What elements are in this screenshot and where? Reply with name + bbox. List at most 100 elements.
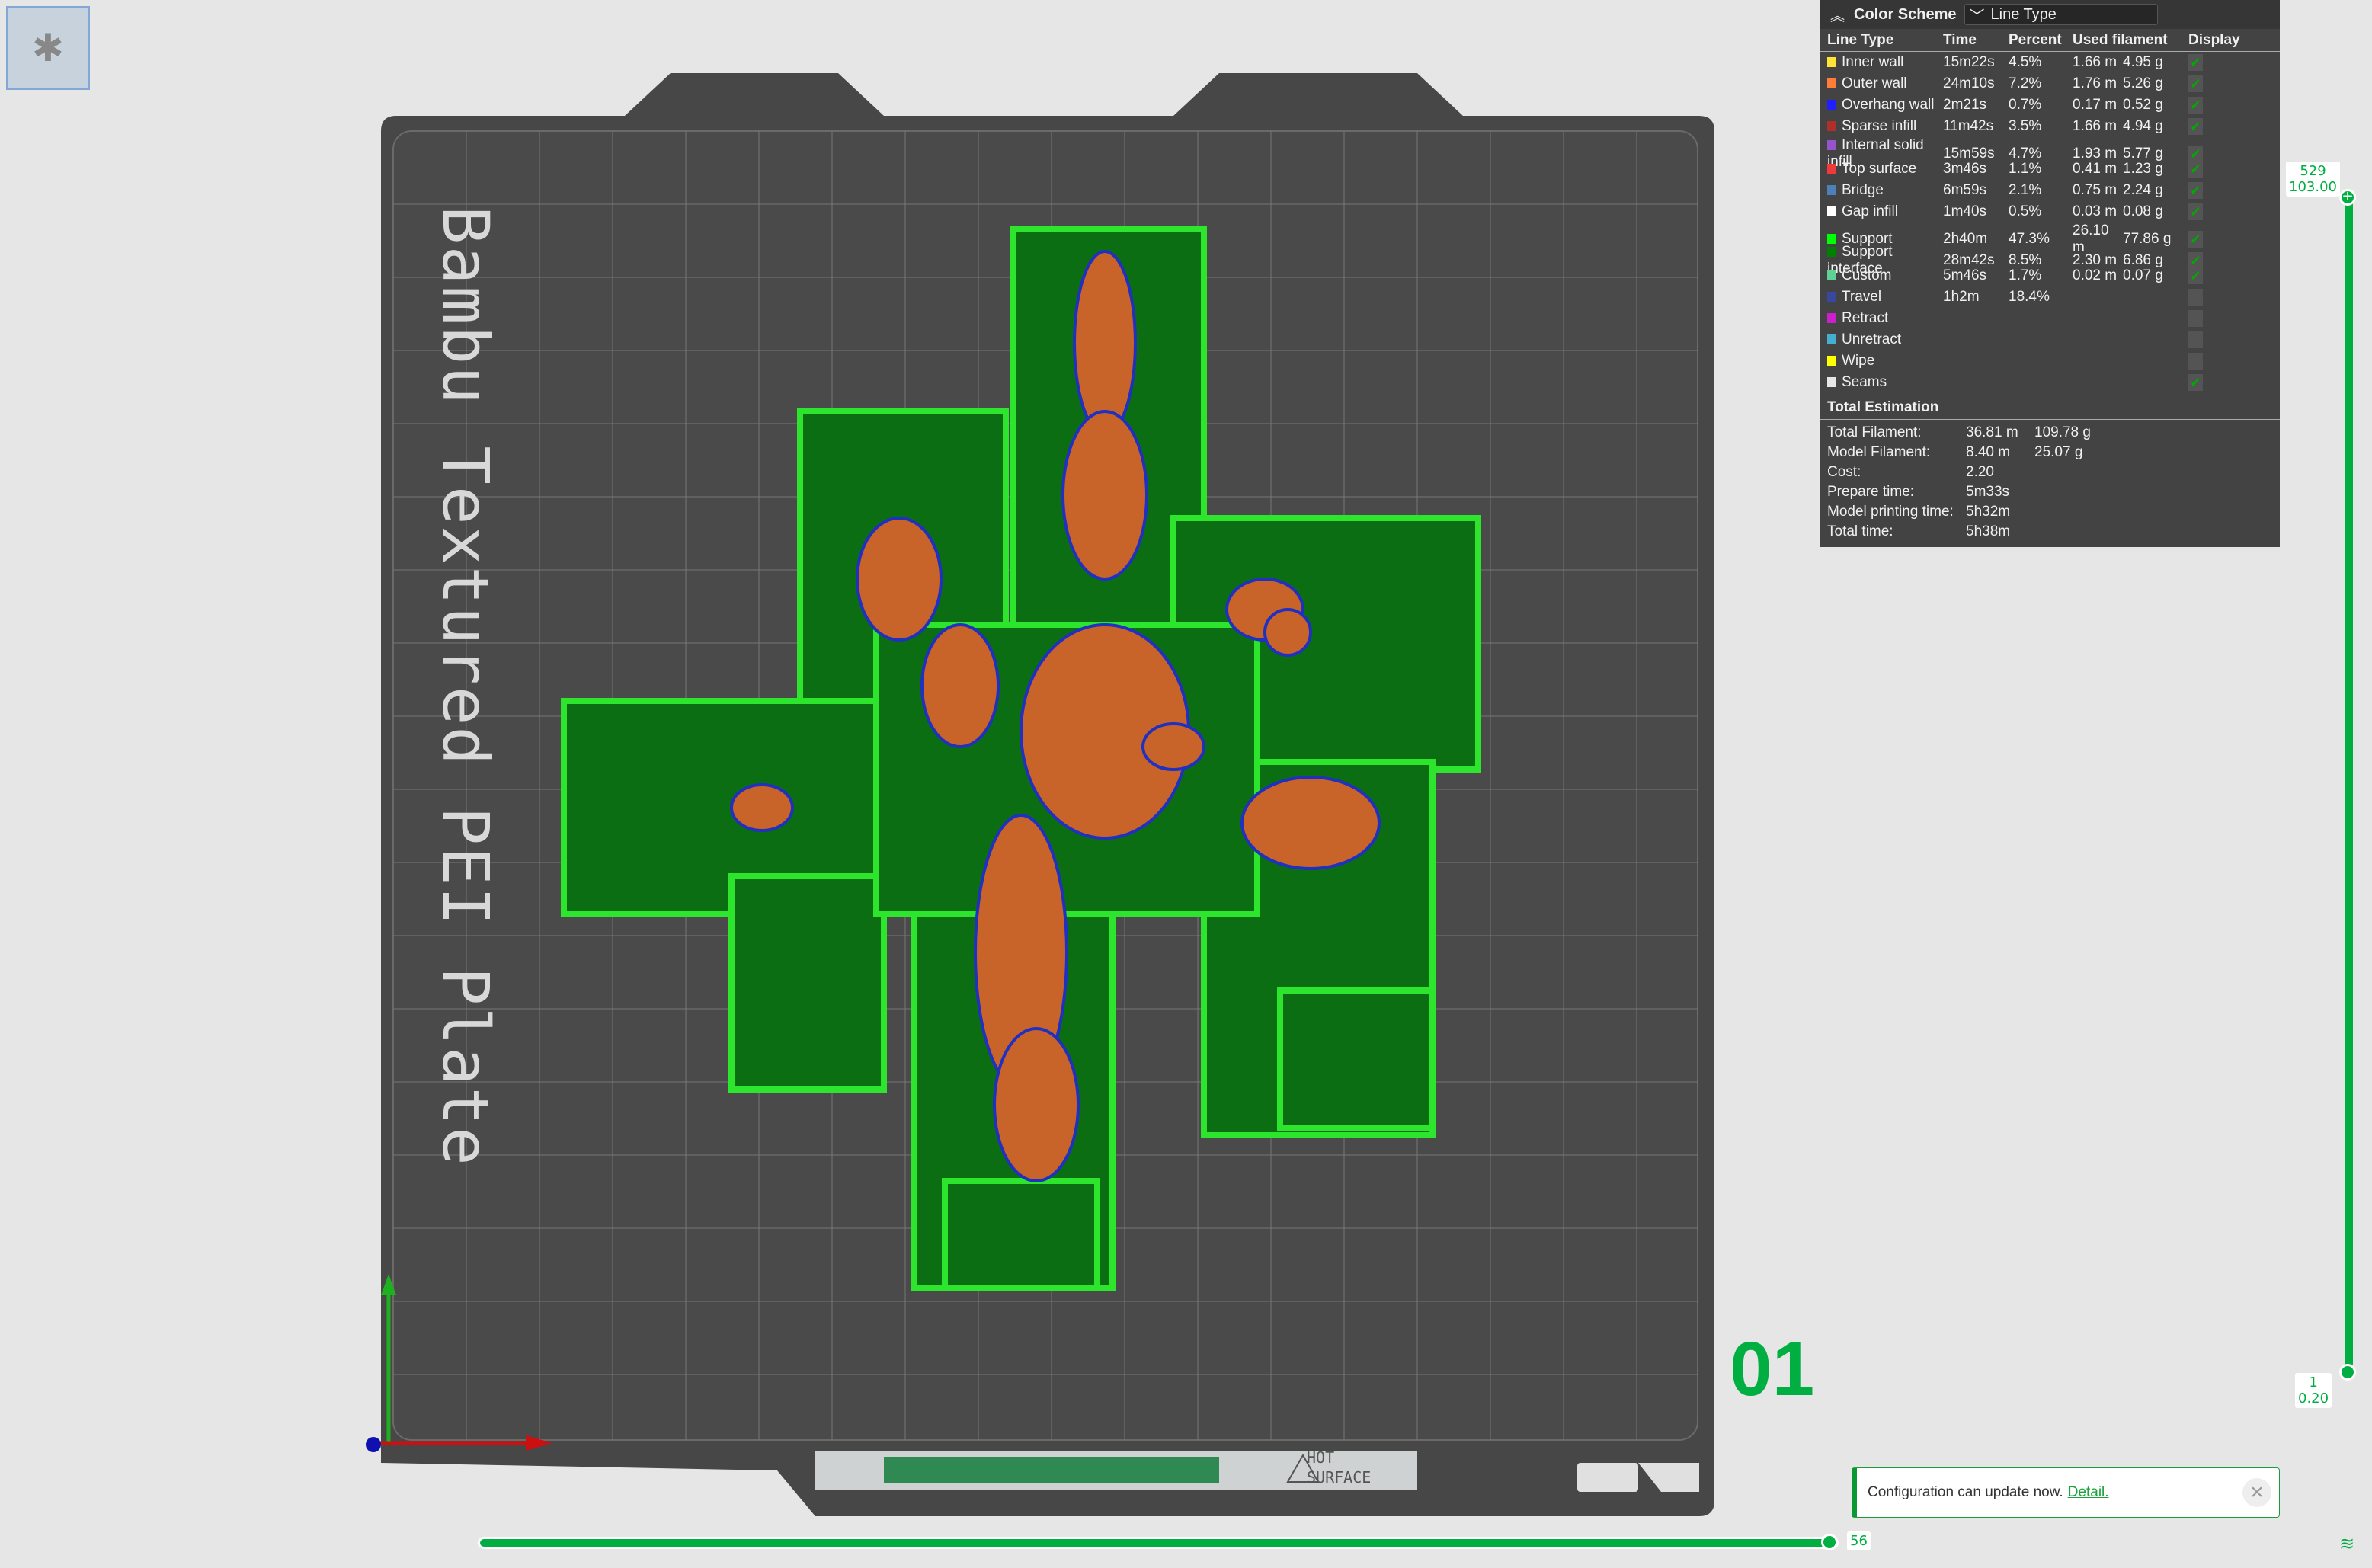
total-value-2: 109.78 g bbox=[2034, 424, 2091, 440]
total-row: Total time: 5h38m bbox=[1820, 522, 2280, 542]
color-swatch bbox=[1827, 140, 1836, 150]
model-wall-region bbox=[730, 783, 794, 832]
color-swatch bbox=[1827, 185, 1836, 195]
layer-slider-top-handle[interactable]: + bbox=[2339, 189, 2356, 206]
line-length: 2.30 m bbox=[2073, 252, 2118, 268]
legend-line-type: Gap infill bbox=[1827, 203, 1943, 220]
chevron-down-icon: ﹀ bbox=[1969, 8, 1985, 25]
bed-type-label: Bambu Textured PEI Plate bbox=[428, 206, 503, 1167]
header-time: Time bbox=[1943, 31, 1977, 48]
color-swatch bbox=[1827, 377, 1836, 387]
notification-detail-link[interactable]: Detail. bbox=[2068, 1484, 2109, 1501]
line-percent: 18.4% bbox=[2009, 289, 2050, 305]
bottom-layer-height: 0.20 bbox=[2298, 1390, 2329, 1406]
total-value: 36.81 m bbox=[1966, 424, 2018, 440]
legend-line-type: Bridge bbox=[1827, 182, 1943, 199]
display-checkbox[interactable]: ✓ bbox=[2188, 97, 2203, 114]
header-percent: Percent bbox=[2009, 31, 2062, 48]
line-time: 15m59s bbox=[1943, 146, 1995, 162]
legend-line-type: Retract bbox=[1827, 310, 1943, 327]
bottom-layer-number: 1 bbox=[2309, 1374, 2318, 1390]
total-label: Total time: bbox=[1827, 523, 1893, 539]
line-type-name: Retract bbox=[1842, 310, 1889, 326]
line-weight: 0.52 g bbox=[2123, 97, 2163, 113]
color-swatch bbox=[1827, 78, 1836, 88]
color-scheme-select[interactable]: ﹀ Line Type bbox=[1964, 4, 2158, 25]
model-wall-region bbox=[856, 517, 943, 642]
legend-line-type: Outer wall bbox=[1827, 75, 1943, 92]
display-checkbox[interactable]: ✓ bbox=[2188, 75, 2203, 92]
header-used-filament: Used filament bbox=[2073, 31, 2168, 48]
total-row: Prepare time: 5m33s bbox=[1820, 482, 2280, 502]
line-percent: 1.7% bbox=[2009, 267, 2042, 283]
layer-slider[interactable] bbox=[2345, 197, 2353, 1374]
support-block bbox=[728, 873, 887, 1093]
color-swatch bbox=[1827, 57, 1836, 67]
line-type-name: Bridge bbox=[1842, 182, 1884, 198]
layers-icon[interactable]: ≋ bbox=[2339, 1533, 2354, 1554]
header-line-type: Line Type bbox=[1827, 31, 1894, 48]
notification-text: Configuration can update now. bbox=[1868, 1484, 2063, 1500]
legend-row: Retract bbox=[1820, 308, 2280, 329]
origin-marker bbox=[366, 1437, 381, 1452]
display-checkbox[interactable]: ✓ bbox=[2188, 54, 2203, 71]
plate-thumbnail[interactable]: ✱ bbox=[6, 6, 90, 90]
line-percent: 3.5% bbox=[2009, 118, 2042, 134]
display-checkbox[interactable] bbox=[2188, 289, 2203, 306]
total-value: 5m33s bbox=[1966, 484, 2010, 500]
line-time: 28m42s bbox=[1943, 252, 1995, 268]
line-type-name: Sparse infill bbox=[1842, 118, 1917, 134]
model-wall-region bbox=[1061, 410, 1148, 581]
support-block bbox=[1277, 987, 1436, 1131]
display-checkbox[interactable]: ✓ bbox=[2188, 374, 2203, 391]
legend-line-type: Travel bbox=[1827, 289, 1943, 306]
line-percent: 0.5% bbox=[2009, 203, 2042, 219]
line-weight: 4.95 g bbox=[2123, 54, 2163, 70]
line-length: 1.66 m bbox=[2073, 118, 2118, 134]
color-swatch bbox=[1827, 334, 1836, 344]
bed-decal-bar bbox=[884, 1457, 1219, 1483]
color-swatch bbox=[1827, 164, 1836, 174]
display-checkbox[interactable]: ✓ bbox=[2188, 161, 2203, 178]
legend-line-type: Custom bbox=[1827, 267, 1943, 284]
line-time: 1h2m bbox=[1943, 289, 1980, 305]
display-checkbox[interactable]: ✓ bbox=[2188, 231, 2203, 248]
close-icon[interactable]: × bbox=[2242, 1478, 2271, 1507]
display-checkbox[interactable]: ✓ bbox=[2188, 252, 2203, 269]
layer-slider-bottom-handle[interactable] bbox=[2339, 1364, 2356, 1381]
legend-line-type: Seams bbox=[1827, 374, 1943, 391]
total-value: 5h38m bbox=[1966, 523, 2011, 539]
display-checkbox[interactable]: ✓ bbox=[2188, 267, 2203, 284]
line-weight: 6.86 g bbox=[2123, 252, 2163, 268]
top-layer-height: 103.00 bbox=[2289, 179, 2337, 195]
line-weight: 77.86 g bbox=[2123, 231, 2172, 247]
move-slider[interactable] bbox=[480, 1539, 1836, 1547]
line-percent: 4.7% bbox=[2009, 146, 2042, 162]
display-checkbox[interactable]: ✓ bbox=[2188, 182, 2203, 199]
display-checkbox[interactable]: ✓ bbox=[2188, 146, 2203, 162]
line-time: 15m22s bbox=[1943, 54, 1995, 70]
line-length: 1.76 m bbox=[2073, 75, 2118, 91]
legend-row: Top surface 3m46s 1.1% 0.41 m 1.23 g ✓ bbox=[1820, 158, 2280, 180]
color-swatch bbox=[1827, 292, 1836, 302]
color-swatch bbox=[1827, 121, 1836, 131]
legend-line-type: Wipe bbox=[1827, 353, 1943, 370]
collapse-chevron-icon[interactable]: ︽ bbox=[1830, 5, 1845, 25]
line-type-name: Travel bbox=[1842, 289, 1882, 305]
total-value: 8.40 m bbox=[1966, 444, 2011, 460]
line-weight: 2.24 g bbox=[2123, 182, 2163, 198]
total-estimation-title: Total Estimation bbox=[1820, 393, 2280, 420]
line-percent: 4.5% bbox=[2009, 54, 2042, 70]
legend-row: Seams ✓ bbox=[1820, 372, 2280, 393]
display-checkbox[interactable] bbox=[2188, 331, 2203, 348]
display-checkbox[interactable] bbox=[2188, 310, 2203, 327]
display-checkbox[interactable]: ✓ bbox=[2188, 203, 2203, 220]
display-checkbox[interactable] bbox=[2188, 353, 2203, 370]
line-length: 0.75 m bbox=[2073, 182, 2118, 198]
display-checkbox[interactable]: ✓ bbox=[2188, 118, 2203, 135]
legend-row: Gap infill 1m40s 0.5% 0.03 m 0.08 g ✓ bbox=[1820, 201, 2280, 222]
legend-line-type: Sparse infill bbox=[1827, 118, 1943, 135]
legend-row: Travel 1h2m 18.4% bbox=[1820, 286, 2280, 308]
model-wall-region bbox=[1073, 250, 1137, 436]
move-slider-handle[interactable] bbox=[1821, 1534, 1838, 1550]
